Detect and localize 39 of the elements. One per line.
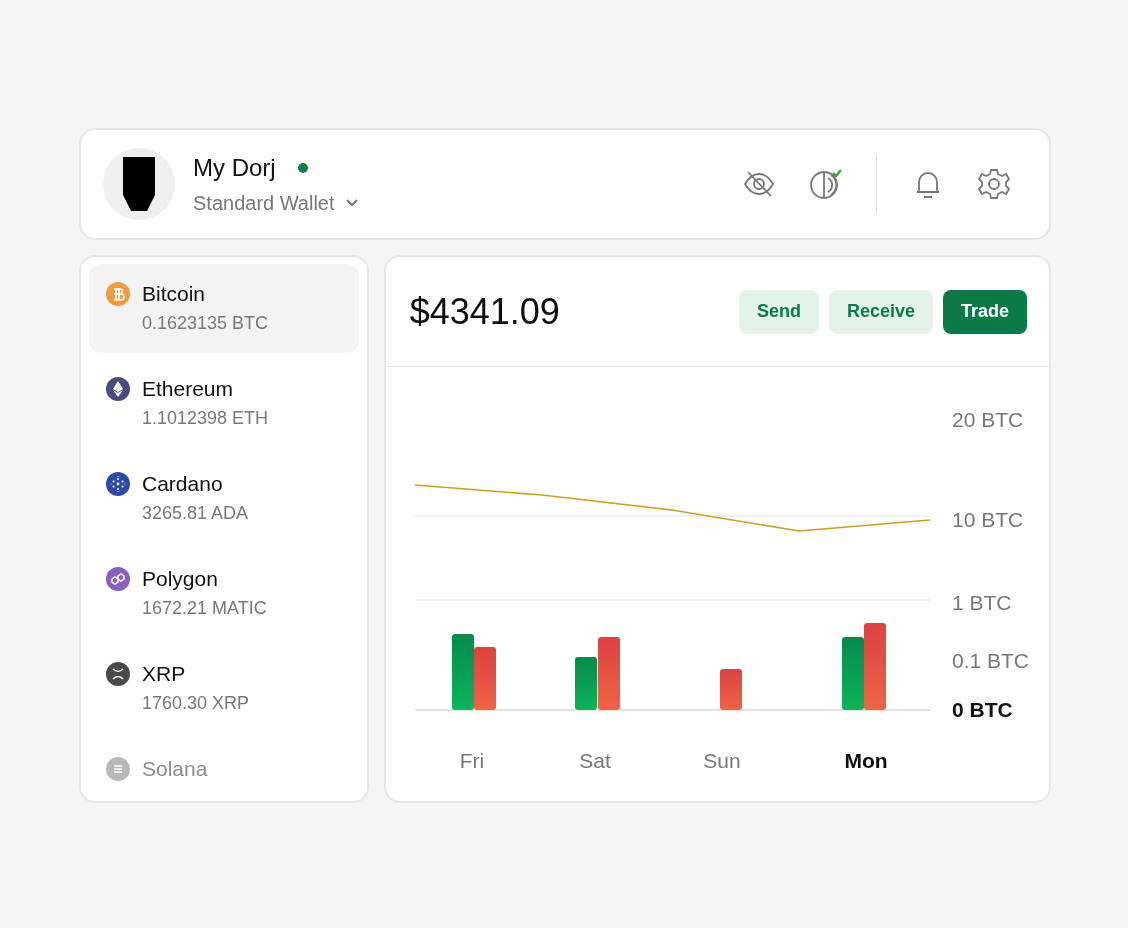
chevron-down-icon — [344, 198, 359, 208]
asset-name: Bitcoin — [142, 282, 207, 306]
axis-tick-label: 10 BTC — [951, 508, 1023, 531]
day-label[interactable]: Fri — [459, 749, 484, 772]
asset-name: Polygon — [142, 567, 219, 591]
day-label[interactable]: Sat — [578, 749, 611, 772]
balance-amount: $4341.09 — [409, 290, 560, 333]
action-button[interactable]: Trade — [942, 289, 1027, 334]
asset-amount: 1760.30 XRP — [142, 693, 250, 714]
asset-amount: 0.1623135 BTC — [142, 313, 269, 334]
privacy-check-icon[interactable] — [808, 167, 842, 201]
asset-item[interactable]: XRP 1760.30 XRP — [89, 644, 359, 733]
asset-item[interactable]: Cardano 3265.81 ADA — [89, 454, 359, 543]
axis-tick-label: 20 BTC — [951, 408, 1023, 431]
action-button[interactable]: Send — [738, 289, 819, 334]
wallet-type-dropdown[interactable]: Standard Wallet — [193, 191, 359, 215]
asset-item[interactable]: Bitcoin 0.1623135 BTC — [89, 264, 359, 353]
asset-name: Solana — [142, 757, 208, 781]
action-button[interactable]: Receive — [828, 289, 933, 334]
sent-bar — [473, 647, 496, 710]
sent-bar — [719, 669, 742, 710]
day-label[interactable]: Sun — [703, 749, 741, 772]
shield-logo-icon — [121, 155, 157, 213]
asset-amount: 1.1012398 ETH — [142, 408, 269, 429]
asset-item[interactable]: Solana — [89, 739, 359, 801]
received-bar — [574, 657, 597, 710]
axis-tick-label: 0.1 BTC — [951, 649, 1029, 672]
asset-item[interactable]: Polygon 1672.21 MATIC — [89, 549, 359, 638]
settings-icon[interactable] — [977, 167, 1011, 201]
asset-name: XRP — [142, 662, 187, 686]
asset-amount: 1672.21 MATIC — [142, 598, 267, 619]
axis-tick-label: 0 BTC — [951, 698, 1013, 721]
day-label[interactable]: Mon — [844, 749, 888, 772]
wallet-name: My Dorj — [193, 153, 276, 182]
asset-name: Ethereum — [142, 377, 235, 401]
asset-name: Cardano — [142, 472, 224, 496]
asset-amount: 3265.81 ADA — [142, 503, 249, 524]
asset-item[interactable]: Ethereum 1.1012398 ETH — [89, 359, 359, 448]
axis-tick-label: 1 BTC — [951, 591, 1012, 614]
